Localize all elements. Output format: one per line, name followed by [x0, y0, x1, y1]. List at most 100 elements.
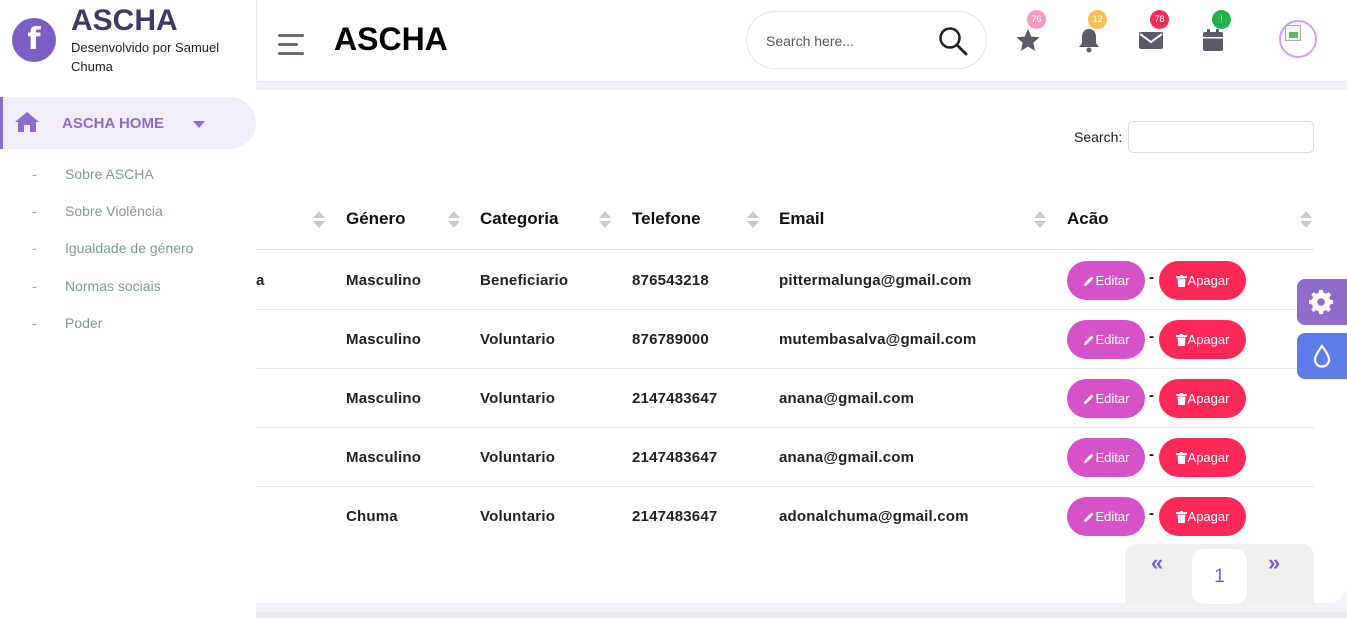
- column-header-genero[interactable]: Género: [346, 209, 406, 229]
- action-separator: -: [1149, 269, 1154, 286]
- edit-button-label: Editar: [1095, 450, 1130, 465]
- envelope-icon: [1139, 32, 1163, 49]
- messages-button[interactable]: 78: [1137, 10, 1169, 53]
- notifications-button[interactable]: 12: [1075, 10, 1107, 53]
- delete-button-label: Apagar: [1187, 391, 1230, 406]
- page-title: ASCHA: [334, 21, 448, 57]
- cell-categoria: Voluntario: [480, 390, 556, 407]
- calendar-icon: [1203, 29, 1223, 51]
- sort-icon[interactable]: [747, 211, 759, 229]
- bullet-dash: -: [32, 277, 37, 294]
- sidebar-item-ascha-home[interactable]: ASCHA HOME: [0, 97, 256, 149]
- column-header-email[interactable]: Email: [779, 209, 824, 229]
- top-header: ASCHA 76 12 78: [256, 0, 1347, 82]
- sidebar-item-sobre-ascha[interactable]: - Sobre ASCHA: [0, 155, 256, 192]
- table-search-input[interactable]: [1128, 121, 1314, 153]
- brand-title: ASCHA: [71, 4, 178, 37]
- sidebar-item-normas-sociais[interactable]: - Normas sociais: [0, 267, 256, 304]
- sidebar-item-igualdade-de-genero[interactable]: - Igualdade de género: [0, 229, 256, 266]
- calendar-badge: !: [1212, 10, 1231, 29]
- cell-telefone: 876789000: [632, 331, 709, 348]
- delete-button[interactable]: Apagar: [1159, 261, 1246, 300]
- bullet-dash: -: [32, 314, 37, 331]
- edit-button-label: Editar: [1095, 391, 1130, 406]
- table-header: Género Categoria Telefone Email Acão: [256, 192, 1314, 250]
- delete-button[interactable]: Apagar: [1159, 379, 1246, 418]
- cell-genero: Masculino: [346, 449, 422, 466]
- sidebar-item-label: ASCHA HOME: [62, 115, 164, 132]
- notifications-badge: 12: [1088, 10, 1107, 29]
- sort-icon[interactable]: [1300, 211, 1312, 229]
- table-row: a Masculino Beneficiario 876543218 pitte…: [256, 251, 1314, 310]
- edit-button-label: Editar: [1095, 273, 1130, 288]
- sidebar-item-sobre-violencia[interactable]: - Sobre Violência: [0, 192, 256, 229]
- main-content: Search: Género Categoria Telefone Email …: [256, 90, 1347, 606]
- action-separator: -: [1149, 446, 1154, 463]
- sidebar-item-label[interactable]: Sobre ASCHA: [65, 166, 154, 182]
- favorites-badge: 76: [1027, 10, 1046, 29]
- search-icon[interactable]: [937, 25, 969, 57]
- delete-button-label: Apagar: [1187, 273, 1230, 288]
- sidebar-item-label[interactable]: Poder: [65, 315, 102, 331]
- trash-icon: [1175, 275, 1187, 287]
- pagination-previous-button[interactable]: «: [1151, 550, 1163, 576]
- cell-telefone: 2147483647: [632, 508, 718, 525]
- avatar[interactable]: [1279, 20, 1317, 58]
- gear-icon: [1309, 289, 1334, 315]
- pagination-next-button[interactable]: »: [1268, 550, 1280, 576]
- sidebar-item-poder[interactable]: - Poder: [0, 304, 256, 341]
- column-header-categoria[interactable]: Categoria: [480, 209, 558, 229]
- trash-icon: [1175, 452, 1187, 464]
- sidebar-item-label[interactable]: Normas sociais: [65, 278, 161, 294]
- delete-button-label: Apagar: [1187, 332, 1230, 347]
- column-header-acao[interactable]: Acão: [1067, 209, 1109, 229]
- chevron-down-icon[interactable]: [193, 121, 205, 128]
- hamburger-line: [278, 43, 298, 46]
- bullet-dash: -: [32, 166, 37, 182]
- delete-button[interactable]: Apagar: [1159, 438, 1246, 477]
- cell-name-partial: a: [256, 272, 265, 289]
- cell-email: mutembasalva@gmail.com: [779, 331, 977, 348]
- column-header-telefone[interactable]: Telefone: [632, 209, 701, 229]
- cell-categoria: Beneficiario: [480, 272, 569, 289]
- edit-button[interactable]: Editar: [1067, 261, 1145, 300]
- cell-genero: Masculino: [346, 272, 422, 289]
- sidebar: f ASCHA Desenvolvido por Samuel Chuma AS…: [0, 0, 256, 618]
- star-icon: [1016, 29, 1040, 51]
- edit-button[interactable]: Editar: [1067, 438, 1145, 477]
- cell-email: pittermalunga@gmail.com: [779, 272, 972, 289]
- calendar-button[interactable]: !: [1199, 10, 1231, 53]
- hamburger-icon[interactable]: [278, 34, 304, 56]
- bullet-dash: -: [32, 203, 37, 220]
- edit-button[interactable]: Editar: [1067, 320, 1145, 359]
- pagination-page-current[interactable]: 1: [1192, 549, 1247, 604]
- brand-logo[interactable]: f: [12, 18, 56, 62]
- sidebar-item-label[interactable]: Sobre Violência: [65, 203, 163, 219]
- cell-email: adonalchuma@gmail.com: [779, 508, 969, 525]
- header-search: [746, 11, 987, 69]
- pencil-icon: [1083, 453, 1094, 463]
- table-row: Masculino Voluntario 2147483647 anana@gm…: [256, 428, 1314, 487]
- sidebar-item-label[interactable]: Igualdade de género: [65, 240, 193, 256]
- trash-icon: [1175, 393, 1187, 405]
- delete-button[interactable]: Apagar: [1159, 497, 1246, 536]
- cell-categoria: Voluntario: [480, 331, 556, 348]
- delete-button[interactable]: Apagar: [1159, 320, 1246, 359]
- sort-icon[interactable]: [599, 211, 611, 229]
- action-separator: -: [1149, 387, 1154, 404]
- sort-icon[interactable]: [313, 211, 325, 229]
- edit-button[interactable]: Editar: [1067, 379, 1145, 418]
- theme-color-button[interactable]: [1297, 333, 1347, 379]
- trash-icon: [1175, 334, 1187, 346]
- favorites-button[interactable]: 76: [1014, 10, 1046, 53]
- search-input[interactable]: [766, 30, 926, 52]
- brand[interactable]: f ASCHA Desenvolvido por Samuel Chuma: [12, 4, 252, 84]
- edit-button[interactable]: Editar: [1067, 497, 1145, 536]
- settings-button[interactable]: [1297, 279, 1347, 325]
- sidebar-submenu: - Sobre ASCHA - Sobre Violência - Iguald…: [0, 155, 256, 341]
- sort-icon[interactable]: [448, 211, 460, 229]
- sort-icon[interactable]: [1034, 211, 1046, 229]
- broken-image-icon: [1285, 25, 1301, 41]
- action-separator: -: [1149, 505, 1154, 522]
- delete-button-label: Apagar: [1187, 450, 1230, 465]
